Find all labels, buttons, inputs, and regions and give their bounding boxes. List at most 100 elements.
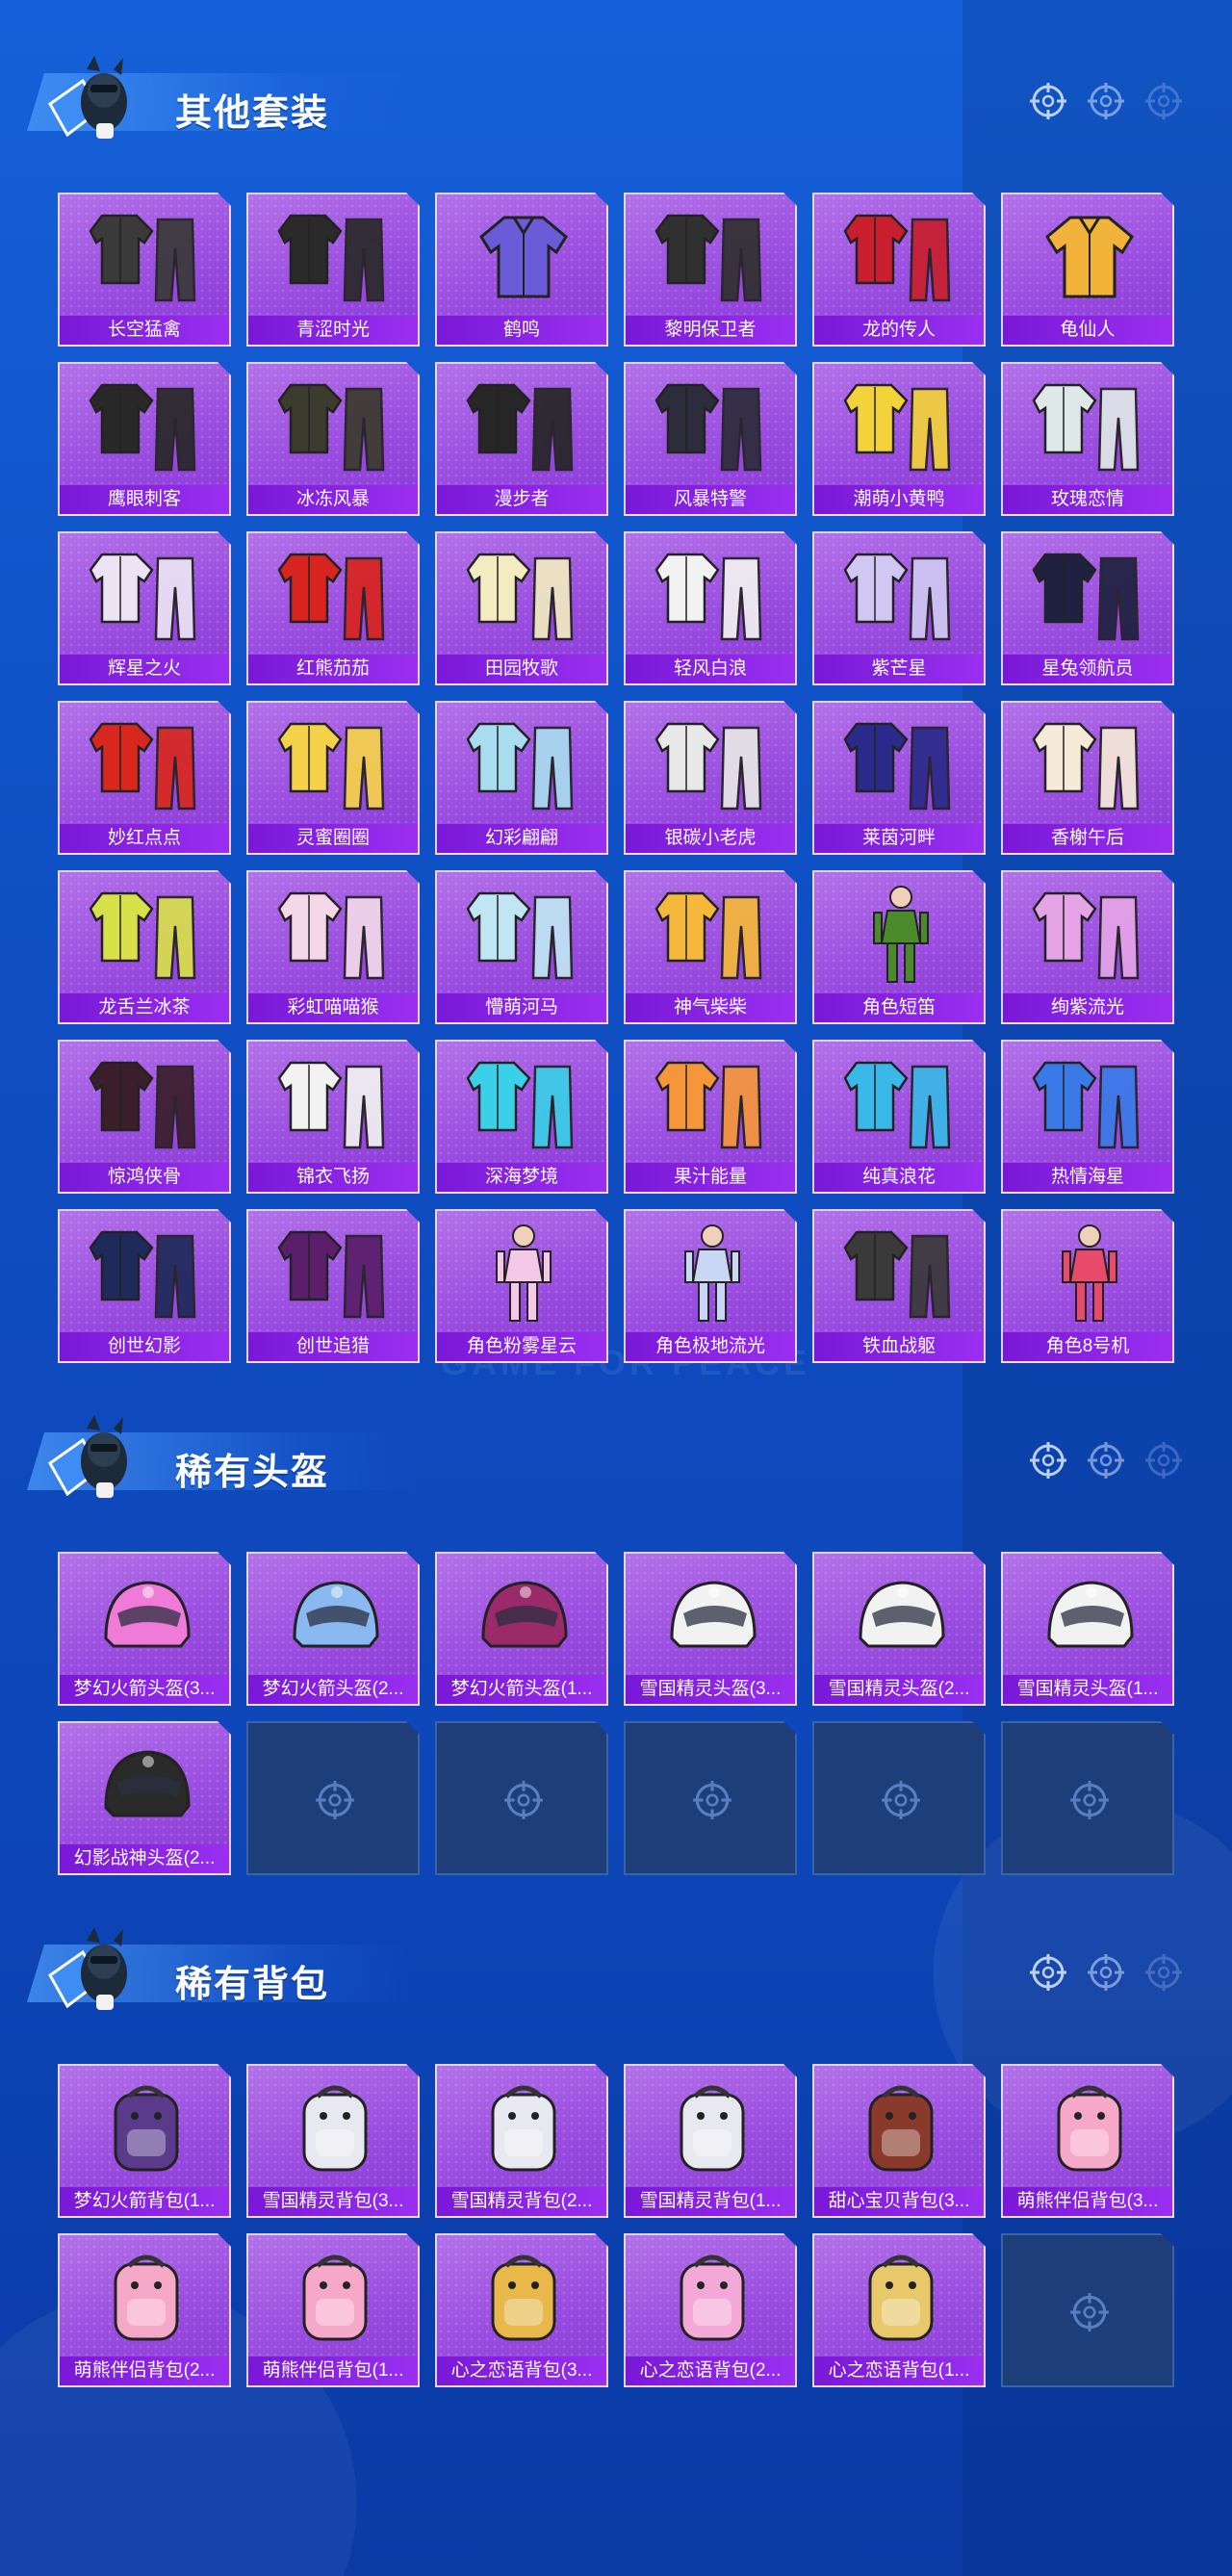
item-tile[interactable]: 角色8号机 <box>1001 1209 1174 1363</box>
item-tile[interactable]: 铁血战躯 <box>812 1209 986 1363</box>
item-tile[interactable]: 梦幻火箭头盔(3... <box>58 1552 231 1706</box>
item-label: 辉星之火 <box>60 655 229 683</box>
item-tile[interactable]: 角色短笛 <box>812 870 986 1024</box>
item-tile[interactable]: 心之恋语背包(1... <box>812 2233 986 2387</box>
item-tile[interactable]: 青涩时光 <box>246 193 420 347</box>
item-tile[interactable]: 创世幻影 <box>58 1209 231 1363</box>
outfit-icon <box>89 712 204 818</box>
item-label: 莱茵河畔 <box>814 824 984 853</box>
item-tile[interactable]: 辉星之火 <box>58 531 231 685</box>
item-tile[interactable]: 龟仙人 <box>1001 193 1174 347</box>
item-tile[interactable]: 潮萌小黄鸭 <box>812 362 986 516</box>
item-label: 幻彩翩翩 <box>437 824 606 853</box>
item-tile[interactable]: 绚紫流光 <box>1001 870 1174 1024</box>
item-tile[interactable]: 黎明保卫者 <box>624 193 797 347</box>
item-tile[interactable]: 梦幻火箭头盔(1... <box>435 1552 608 1706</box>
item-tile[interactable]: 果汁能量 <box>624 1040 797 1194</box>
item-tile[interactable]: 龙舌兰冰茶 <box>58 870 231 1024</box>
crosshair-icon <box>1143 1440 1184 1485</box>
item-label: 绚紫流光 <box>1003 993 1172 1022</box>
section-crosshair-decorations <box>1028 81 1184 126</box>
item-label: 雪国精灵背包(3... <box>248 2187 418 2216</box>
item-label: 雪国精灵头盔(1... <box>1003 1675 1172 1704</box>
item-label: 龟仙人 <box>1003 316 1172 345</box>
backpack-icon <box>89 2075 204 2181</box>
item-tile[interactable]: 萌熊伴侣背包(1... <box>246 2233 420 2387</box>
backpack-icon <box>654 2245 770 2351</box>
section-title: 稀有头盔 <box>175 1453 330 1493</box>
outfit-icon <box>843 1051 959 1157</box>
item-tile[interactable]: 惊鸿侠骨 <box>58 1040 231 1194</box>
shirt-icon <box>1032 204 1147 310</box>
empty-slot <box>246 1721 420 1875</box>
item-tile[interactable]: 长空猛禽 <box>58 193 231 347</box>
item-tile[interactable]: 田园牧歌 <box>435 531 608 685</box>
item-tile[interactable]: 紫芒星 <box>812 531 986 685</box>
jacket-icon <box>466 204 581 310</box>
item-grid: 梦幻火箭头盔(3... 梦幻火箭头盔(2... 梦幻火箭头盔(1... 雪国精灵头盔(… <box>58 1552 1174 1875</box>
item-grid: 梦幻火箭背包(1... 雪国精灵背包(3... 雪国精灵背包(2... 雪国精灵背包(… <box>58 2064 1174 2387</box>
item-tile[interactable]: 热情海星 <box>1001 1040 1174 1194</box>
item-tile[interactable]: 轻风白浪 <box>624 531 797 685</box>
item-tile[interactable]: 红熊茄茄 <box>246 531 420 685</box>
item-label: 梦幻火箭头盔(1... <box>437 1675 606 1704</box>
item-tile[interactable]: 锦衣飞扬 <box>246 1040 420 1194</box>
item-tile[interactable]: 银碳小老虎 <box>624 701 797 855</box>
item-tile[interactable]: 妙红点点 <box>58 701 231 855</box>
outfit-icon <box>466 712 581 818</box>
item-tile[interactable]: 甜心宝贝背包(3... <box>812 2064 986 2218</box>
item-label: 心之恋语背包(3... <box>437 2357 606 2385</box>
item-label: 萌熊伴侣背包(3... <box>1003 2187 1172 2216</box>
crosshair-icon <box>1028 1440 1068 1485</box>
item-tile[interactable]: 幻彩翩翩 <box>435 701 608 855</box>
item-tile[interactable]: 雪国精灵背包(3... <box>246 2064 420 2218</box>
item-tile[interactable]: 梦幻火箭背包(1... <box>58 2064 231 2218</box>
outfit-icon <box>654 204 770 310</box>
item-label: 长空猛禽 <box>60 316 229 345</box>
item-tile[interactable]: 神气柴柴 <box>624 870 797 1024</box>
item-tile[interactable]: 角色粉雾星云 <box>435 1209 608 1363</box>
item-grid: 长空猛禽 青涩时光 鹤鸣 黎明保卫者 龙的传人 龟仙人鹰眼刺客 冰冻风暴 漫步者 风暴特警 潮萌小… <box>58 193 1174 1363</box>
item-tile[interactable]: 鹰眼刺客 <box>58 362 231 516</box>
item-label: 梦幻火箭背包(1... <box>60 2187 229 2216</box>
item-label: 玫瑰恋情 <box>1003 485 1172 514</box>
helmet-icon <box>654 1563 770 1669</box>
backpack-icon <box>654 2075 770 2181</box>
item-tile[interactable]: 萌熊伴侣背包(2... <box>58 2233 231 2387</box>
item-tile[interactable]: 玫瑰恋情 <box>1001 362 1174 516</box>
outfit-icon <box>277 204 393 310</box>
item-tile[interactable]: 雪国精灵头盔(3... <box>624 1552 797 1706</box>
item-label: 惊鸿侠骨 <box>60 1163 229 1192</box>
item-tile[interactable]: 彩虹喵喵猴 <box>246 870 420 1024</box>
backpack-icon <box>466 2075 581 2181</box>
item-tile[interactable]: 雪国精灵头盔(2... <box>812 1552 986 1706</box>
item-tile[interactable]: 深海梦境 <box>435 1040 608 1194</box>
item-tile[interactable]: 角色极地流光 <box>624 1209 797 1363</box>
item-tile[interactable]: 星兔领航员 <box>1001 531 1174 685</box>
item-tile[interactable]: 懵萌河马 <box>435 870 608 1024</box>
item-tile[interactable]: 莱茵河畔 <box>812 701 986 855</box>
empty-slot <box>812 1721 986 1875</box>
item-tile[interactable]: 灵蜜圈圈 <box>246 701 420 855</box>
item-tile[interactable]: 风暴特警 <box>624 362 797 516</box>
item-tile[interactable]: 香榭午后 <box>1001 701 1174 855</box>
outfit-icon <box>654 882 770 988</box>
item-tile[interactable]: 雪国精灵头盔(1... <box>1001 1552 1174 1706</box>
item-tile[interactable]: 漫步者 <box>435 362 608 516</box>
item-tile[interactable]: 幻影战神头盔(2... <box>58 1721 231 1875</box>
item-label: 漫步者 <box>437 485 606 514</box>
item-tile[interactable]: 梦幻火箭头盔(2... <box>246 1552 420 1706</box>
item-tile[interactable]: 雪国精灵背包(1... <box>624 2064 797 2218</box>
item-label: 彩虹喵喵猴 <box>248 993 418 1022</box>
item-tile[interactable]: 纯真浪花 <box>812 1040 986 1194</box>
item-tile[interactable]: 冰冻风暴 <box>246 362 420 516</box>
item-tile[interactable]: 萌熊伴侣背包(3... <box>1001 2064 1174 2218</box>
item-label: 灵蜜圈圈 <box>248 824 418 853</box>
item-tile[interactable]: 心之恋语背包(2... <box>624 2233 797 2387</box>
item-tile[interactable]: 雪国精灵背包(2... <box>435 2064 608 2218</box>
outfit-icon <box>277 1051 393 1157</box>
item-tile[interactable]: 创世追猎 <box>246 1209 420 1363</box>
item-tile[interactable]: 心之恋语背包(3... <box>435 2233 608 2387</box>
item-tile[interactable]: 龙的传人 <box>812 193 986 347</box>
item-tile[interactable]: 鹤鸣 <box>435 193 608 347</box>
